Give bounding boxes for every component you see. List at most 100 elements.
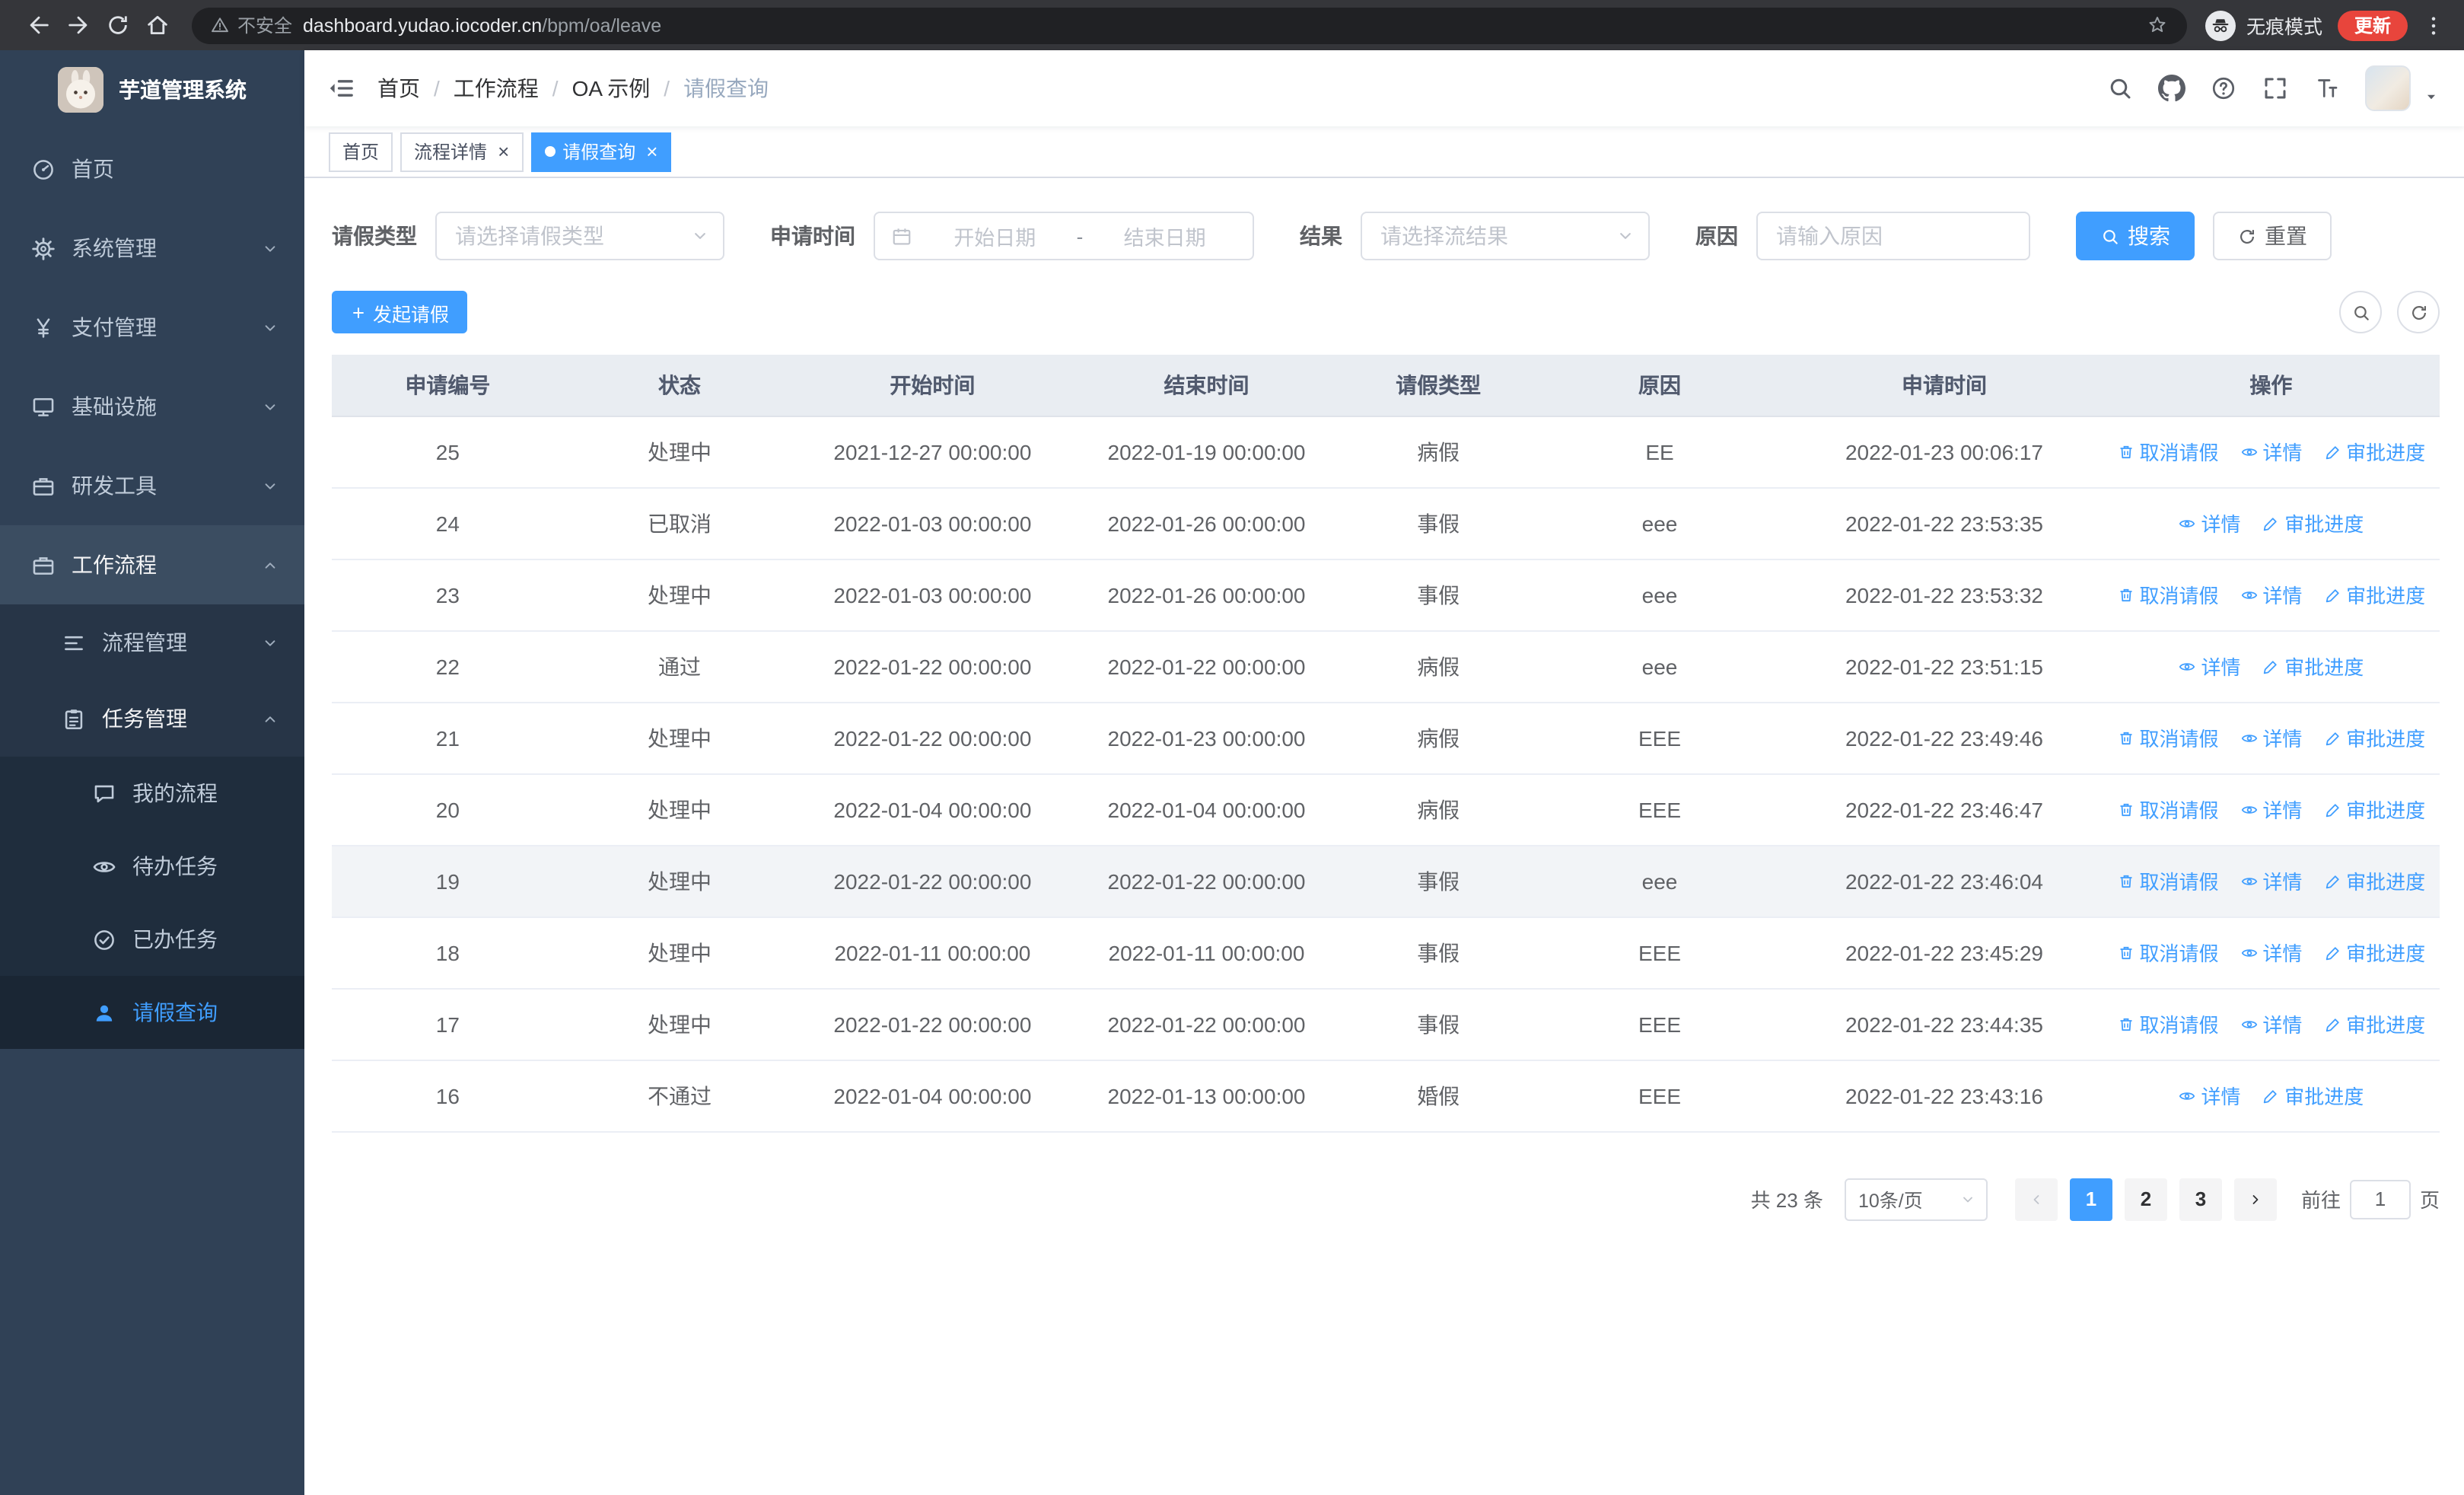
sidebar-item-done-tasks[interactable]: 已办任务 (0, 903, 304, 976)
close-icon[interactable]: × (646, 142, 657, 161)
browser-reload-button[interactable] (97, 5, 137, 45)
sidebar-item-system[interactable]: 系统管理 (0, 209, 304, 288)
create-leave-button[interactable]: 发起请假 (332, 291, 468, 333)
detail-link[interactable]: 详情 (2240, 866, 2302, 895)
detail-link[interactable]: 详情 (2240, 723, 2302, 752)
detail-link[interactable]: 详情 (2178, 1081, 2240, 1110)
security-indicator[interactable]: 不安全 (210, 12, 292, 38)
cancel-leave-link[interactable]: 取消请假 (2117, 580, 2219, 609)
browser-forward-button[interactable] (58, 5, 97, 45)
sidebar-item-task-management[interactable]: 任务管理 (0, 681, 304, 757)
table-row-hovered: 19 处理中 2022-01-22 00:00:00 2022-01-22 00… (332, 845, 2440, 917)
close-icon[interactable]: × (498, 142, 509, 161)
sidebar-item-infrastructure[interactable]: 基础设施 (0, 367, 304, 446)
next-page-button[interactable] (2233, 1178, 2277, 1220)
result-select[interactable]: 请选择流结果 (1361, 212, 1650, 260)
goto-page-input[interactable] (2349, 1179, 2411, 1219)
help-button[interactable] (2210, 75, 2237, 102)
refresh-table-button[interactable] (2397, 291, 2440, 333)
detail-link[interactable]: 详情 (2240, 580, 2302, 609)
sidebar-menu: 首页 系统管理 支付管理 基础设施 研发工具 工作流程 流程管理 任务管理 我的… (0, 129, 304, 1495)
sidebar-item-payment[interactable]: 支付管理 (0, 288, 304, 367)
fullscreen-button[interactable] (2262, 75, 2289, 102)
prev-page-button[interactable] (2014, 1178, 2058, 1220)
eye-icon (2240, 1015, 2258, 1033)
github-icon (2158, 75, 2185, 102)
github-link[interactable] (2158, 75, 2185, 102)
approval-progress-link[interactable]: 审批进度 (2262, 508, 2364, 537)
chevron-down-icon (260, 633, 280, 652)
caret-down-icon (2423, 88, 2440, 105)
detail-link[interactable]: 详情 (2178, 508, 2240, 537)
sidebar-item-leave-query[interactable]: 请假查询 (0, 976, 304, 1049)
approval-progress-link[interactable]: 审批进度 (2262, 652, 2364, 681)
detail-link[interactable]: 详情 (2240, 437, 2302, 466)
edit-icon (2323, 943, 2341, 961)
breadcrumb-item-oa-example[interactable]: OA 示例 (572, 73, 651, 104)
reason-label: 原因 (1695, 224, 1738, 248)
tab-home[interactable]: 首页 (329, 132, 393, 171)
sidebar-item-my-process[interactable]: 我的流程 (0, 757, 304, 830)
dots-vertical-icon (2421, 13, 2446, 37)
approval-progress-link[interactable]: 审批进度 (2262, 1081, 2364, 1110)
leave-type-select[interactable]: 请选择请假类型 (435, 212, 724, 260)
header-search-button[interactable] (2106, 75, 2134, 102)
breadcrumb-item-workflow[interactable]: 工作流程 (454, 73, 539, 104)
user-avatar[interactable] (2365, 65, 2411, 111)
approval-progress-link[interactable]: 审批进度 (2323, 795, 2425, 824)
goto-label: 前往 (2300, 1189, 2341, 1212)
bookmark-star-icon[interactable] (2146, 14, 2169, 37)
delete-icon (2117, 1015, 2135, 1033)
sidebar-item-process-management[interactable]: 流程管理 (0, 604, 304, 681)
cancel-leave-link[interactable]: 取消请假 (2117, 866, 2219, 895)
cancel-leave-link[interactable]: 取消请假 (2117, 938, 2219, 967)
tab-leave-query[interactable]: 请假查询 × (530, 132, 672, 171)
detail-link[interactable]: 详情 (2240, 1009, 2302, 1038)
breadcrumb-item-home[interactable]: 首页 (377, 73, 420, 104)
sidebar-item-home[interactable]: 首页 (0, 129, 304, 209)
table-toolbar: 发起请假 (332, 291, 2440, 333)
table-row: 20 处理中 2022-01-04 00:00:00 2022-01-04 00… (332, 773, 2440, 846)
date-range-picker[interactable]: 开始日期 - 结束日期 (874, 212, 1254, 260)
detail-link[interactable]: 详情 (2178, 652, 2240, 681)
sidebar-item-workflow[interactable]: 工作流程 (0, 525, 304, 604)
approval-progress-link[interactable]: 审批进度 (2323, 1009, 2425, 1038)
search-button[interactable]: 搜索 (2076, 212, 2195, 260)
reason-input[interactable] (1756, 212, 2030, 260)
cancel-leave-link[interactable]: 取消请假 (2117, 723, 2219, 752)
delete-icon (2117, 872, 2135, 890)
end-date-placeholder[interactable]: 结束日期 (1092, 221, 1237, 251)
detail-link[interactable]: 详情 (2240, 938, 2302, 967)
sidebar-item-todo-tasks[interactable]: 待办任务 (0, 830, 304, 903)
reset-button[interactable]: 重置 (2213, 212, 2332, 260)
start-date-placeholder[interactable]: 开始日期 (922, 221, 1068, 251)
page-button-1[interactable]: 1 (2069, 1178, 2112, 1220)
detail-link[interactable]: 详情 (2240, 795, 2302, 824)
browser-menu-button[interactable] (2421, 13, 2446, 37)
cancel-leave-link[interactable]: 取消请假 (2117, 795, 2219, 824)
approval-progress-link[interactable]: 审批进度 (2323, 938, 2425, 967)
address-bar[interactable]: 不安全 dashboard.yudao.iocoder.cn/bpm/oa/le… (192, 7, 2187, 43)
approval-progress-link[interactable]: 审批进度 (2323, 437, 2425, 466)
page-button-2[interactable]: 2 (2124, 1178, 2167, 1220)
page-button-3[interactable]: 3 (2179, 1178, 2222, 1220)
approval-progress-link[interactable]: 审批进度 (2323, 866, 2425, 895)
cancel-leave-link[interactable]: 取消请假 (2117, 437, 2219, 466)
tab-process-detail[interactable]: 流程详情 × (400, 132, 524, 171)
cancel-leave-link[interactable]: 取消请假 (2117, 1009, 2219, 1038)
avatar-menu-caret[interactable] (2423, 88, 2440, 105)
page-size-select[interactable]: 10条/页 (1844, 1178, 1988, 1220)
approval-progress-link[interactable]: 审批进度 (2323, 723, 2425, 752)
edit-icon (2323, 442, 2341, 461)
app-logo[interactable]: 芋道管理系统 (0, 50, 304, 129)
edit-icon (2323, 728, 2341, 747)
sidebar-collapse-button[interactable] (326, 73, 356, 104)
font-size-button[interactable] (2313, 75, 2341, 102)
browser-home-button[interactable] (137, 5, 177, 45)
sidebar-item-dev-tools[interactable]: 研发工具 (0, 446, 304, 525)
browser-back-button[interactable] (18, 5, 58, 45)
browser-update-button[interactable]: 更新 (2337, 10, 2408, 40)
screen: 不安全 dashboard.yudao.iocoder.cn/bpm/oa/le… (0, 0, 2464, 1495)
toggle-search-button[interactable] (2339, 291, 2382, 333)
approval-progress-link[interactable]: 审批进度 (2323, 580, 2425, 609)
